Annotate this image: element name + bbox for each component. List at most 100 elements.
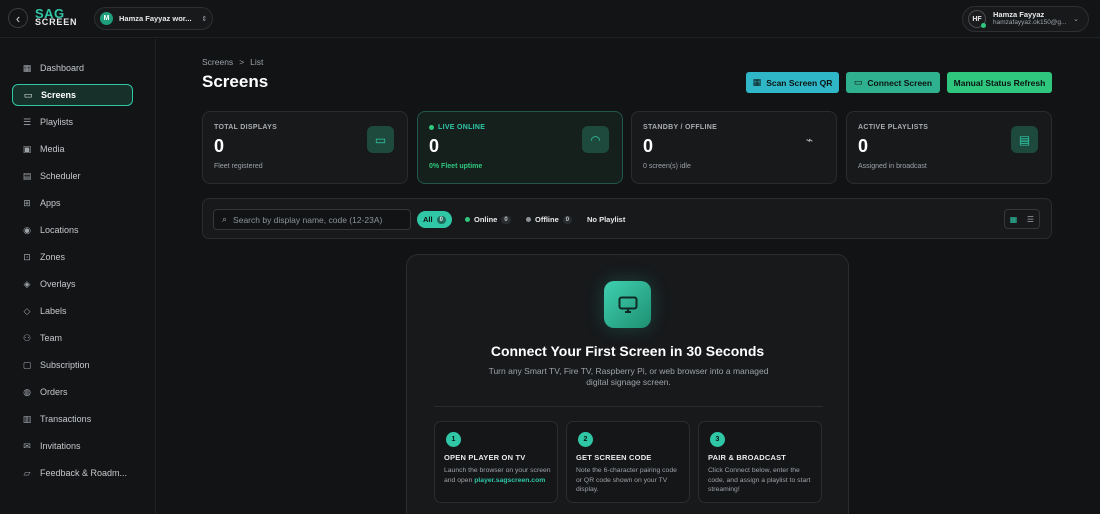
step-title: OPEN PLAYER ON TV [444,453,526,462]
stat-card-active-playlists: ACTIVE PLAYLISTS 0 Assigned in broadcast… [846,111,1052,184]
filter-chip-offline[interactable]: Offline 0 [520,211,578,228]
layers-icon: ◈ [23,278,31,289]
wifi-icon: ◠ [582,126,609,153]
step-card-3: 3 PAIR & BROADCAST Click Connect below, … [698,421,822,503]
live-dot [429,125,434,130]
step-description: Click Connect below, enter the code, and… [708,467,811,493]
sidebar-item-team[interactable]: ⚇ Team [12,327,133,349]
stat-label: LIVE ONLINE [438,124,486,131]
user-email: hamzafayyaz.ok150@g... [993,19,1067,26]
stat-label: ACTIVE PLAYLISTS [858,124,929,131]
step-number: 1 [446,432,461,447]
breadcrumb-separator: > [239,57,245,67]
stat-subtext: Assigned in broadcast [858,163,927,170]
divider [434,406,823,407]
breadcrumb-current: List [250,57,264,67]
sidebar-item-scheduler[interactable]: ▤ Scheduler [12,165,133,187]
user-menu[interactable]: HF Hamza Fayyaz hamzafayyaz.ok150@g... ⌄ [962,6,1089,32]
sidebar-item-labels[interactable]: ◇ Labels [12,300,133,322]
stat-value: 0 [643,136,654,156]
image-icon: ▣ [22,143,32,154]
top-bar: ‹ SAG SCREEN M Hamza Fayyaz wor... ⇕ HF … [0,0,1100,38]
grid-icon: ▦ [22,62,32,73]
sidebar-item-locations[interactable]: ◉ Locations [12,219,133,241]
workspace-name: Hamza Fayyaz wor... [119,14,192,23]
list-view-icon[interactable]: ☰ [1022,210,1039,228]
chevron-left-icon: ‹ [15,10,21,26]
stat-subtext: 0% Fleet uptime [429,163,483,170]
mail-icon: ✉ [23,440,31,451]
sidebar-item-feedback[interactable]: ▱ Feedback & Roadm... [12,462,133,484]
monitor-icon: ▭ [23,89,33,100]
back-button[interactable]: ‹ [8,8,28,28]
step-card-2: 2 GET SCREEN CODE Note the 6-character p… [566,421,690,503]
stat-label: STANDBY / OFFLINE [643,124,718,131]
sidebar-item-orders[interactable]: ◍ Orders [12,381,133,403]
step-number: 3 [710,432,725,447]
stat-card-live-online: LIVE ONLINE 0 0% Fleet uptime ◠ [417,111,623,184]
stat-value: 0 [429,136,440,156]
sidebar: ▦ Dashboard ▭ Screens ☰ Playlists ▣ Media ▤ S… [0,39,156,514]
sidebar-item-apps[interactable]: ⊞ Apps [12,192,133,214]
filter-chip-all[interactable]: All 0 [417,211,452,228]
list-icon: ☰ [22,116,32,127]
step-title: GET SCREEN CODE [576,453,652,462]
stat-card-standby-offline: STANDBY / OFFLINE 0 0 screen(s) idle ⌁ [631,111,837,184]
breadcrumb-root[interactable]: Screens [202,57,233,67]
connect-screen-button[interactable]: ▭ Connect Screen [846,72,940,93]
workspace-badge: M [100,12,113,25]
apps-icon: ⊞ [23,197,31,208]
calendar-icon: ▤ [22,170,32,181]
scan-screen-qr-button[interactable]: ▦ Scan Screen QR [746,72,839,93]
filter-chip-online[interactable]: Online 0 [459,211,517,228]
logo[interactable]: SAG SCREEN [35,7,77,27]
monitor-icon [604,281,651,328]
step-description: Note the 6-character pairing code or QR … [576,467,677,493]
sidebar-item-transactions[interactable]: ▥ Transactions [12,408,133,430]
sidebar-item-overlays[interactable]: ◈ Overlays [12,273,133,295]
offline-dot [526,217,531,222]
search-input[interactable] [233,214,404,225]
step-number: 2 [578,432,593,447]
tag-icon: ◇ [23,305,31,316]
avatar: HF [968,10,986,28]
manual-status-refresh-button[interactable]: Manual Status Refresh [947,72,1052,93]
workspace-switcher[interactable]: M Hamza Fayyaz wor... ⇕ [94,7,213,30]
stat-card-total-displays: TOTAL DISPLAYS 0 Fleet registered ▭ [202,111,408,184]
sidebar-item-zones[interactable]: ⊡ Zones [12,246,133,268]
chip-count: 0 [562,215,573,224]
chevron-updown-icon: ⇕ [201,15,208,23]
sidebar-item-playlists[interactable]: ☰ Playlists [12,111,133,133]
sidebar-item-media[interactable]: ▣ Media [12,138,133,160]
player-link[interactable]: player.sagscreen.com [474,477,545,484]
chat-icon: ▱ [23,467,31,478]
empty-state-title: Connect Your First Screen in 30 Seconds [490,343,765,359]
team-icon: ⚇ [22,332,32,343]
filter-chip-no-playlist[interactable]: No Playlist [581,211,631,228]
chevron-down-icon: ⌄ [1073,16,1079,23]
qr-icon: ▦ [752,77,762,87]
monitor-icon: ▭ [853,77,863,87]
chip-count: 0 [501,215,511,224]
step-title: PAIR & BROADCAST [708,453,787,462]
sidebar-item-invitations[interactable]: ✉ Invitations [12,435,133,457]
stat-value: 0 [858,136,869,156]
search-icon: ⌕ [222,214,228,224]
sidebar-item-subscription[interactable]: ▢ Subscription [12,354,133,376]
sidebar-item-screens[interactable]: ▭ Screens [12,84,133,106]
stat-value: 0 [214,136,225,156]
grid-view-icon[interactable]: ▦ [1005,210,1022,228]
search-box[interactable]: ⌕ [213,209,411,230]
zones-icon: ⊡ [23,251,31,262]
pin-icon: ◉ [23,224,31,235]
online-dot [465,217,470,222]
playlist-icon: ▤ [1011,126,1038,153]
cart-icon: ◍ [23,386,31,397]
stat-subtext: 0 screen(s) idle [643,163,691,170]
empty-state-card: Connect Your First Screen in 30 Seconds … [406,254,849,514]
monitor-icon: ▭ [367,126,394,153]
receipt-icon: ▥ [22,413,32,424]
sidebar-item-dashboard[interactable]: ▦ Dashboard [12,57,133,79]
filter-bar: ⌕ All0 Online0 Offline0 No Playlist ▦ ☰ [202,198,1052,239]
wifi-off-icon: ⌁ [805,132,814,147]
